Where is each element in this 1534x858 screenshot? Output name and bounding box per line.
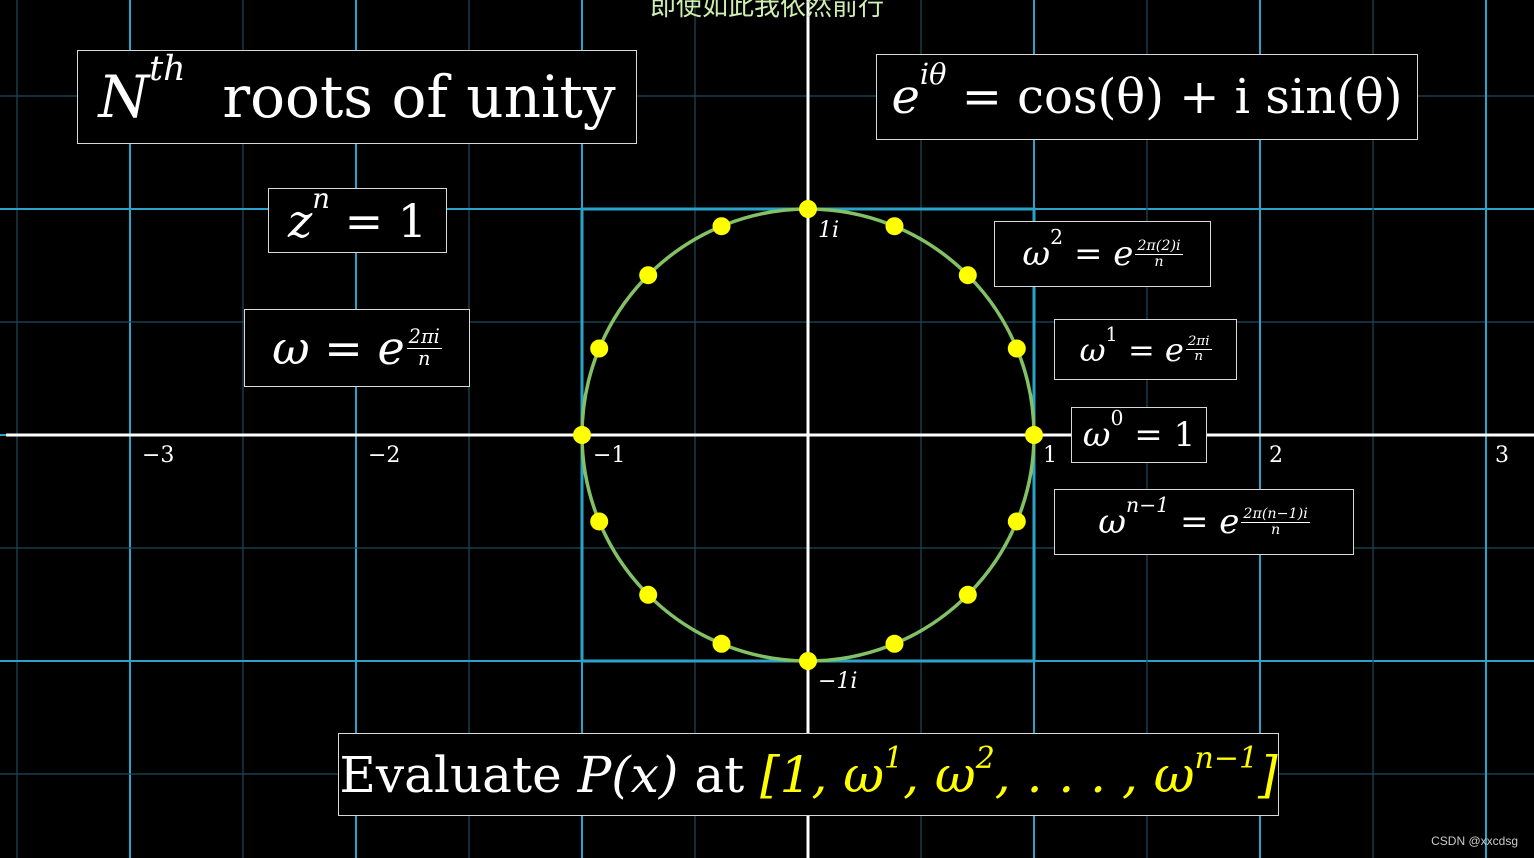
omegan1-mid: = e — [1179, 502, 1240, 542]
euler-lhs: e — [891, 69, 920, 125]
omega2-mid: = e — [1073, 234, 1134, 274]
omega1-mid: = e — [1127, 330, 1184, 369]
omega2-fraction: 2π(2)i n — [1135, 237, 1183, 270]
y-tick-label: −1i — [818, 669, 858, 694]
roots-list: [1, ω1, ω2, . . . , ωn−1] — [760, 740, 1278, 804]
animation-frame: 即使如此我依然前行 Nth roots of unity e iθ = cos(θ… — [0, 0, 1534, 858]
list-part: ] — [1258, 745, 1278, 804]
zn-rhs: = 1 — [344, 193, 428, 248]
omega2-box: ω2 = e 2π(2)i n — [994, 221, 1211, 287]
omegan1-fraction: 2π(n−1)i n — [1241, 505, 1310, 538]
omega0-base: ω — [1082, 415, 1111, 455]
title-box: Nth roots of unity — [77, 50, 637, 144]
watermark: CSDN @xxcdsg — [1431, 834, 1518, 848]
omegan1-exponent: n−1 — [1125, 493, 1170, 518]
fraction-numerator: 2π(2)i — [1135, 237, 1183, 255]
list-exponent: n−1 — [1194, 740, 1259, 776]
root-of-unity-point — [639, 266, 658, 285]
root-of-unity-point — [1025, 426, 1043, 444]
subtitle: 即使如此我依然前行 — [649, 0, 884, 22]
root-of-unity-point — [885, 217, 904, 236]
polynomial: P(x) — [577, 745, 679, 804]
root-of-unity-point — [639, 585, 658, 604]
x-tick-label: 3 — [1495, 443, 1509, 468]
omega0-exponent: 0 — [1110, 406, 1124, 431]
omega-definition-box: ω = e 2πi n — [244, 309, 470, 387]
omega0-box: ω0 = 1 — [1071, 407, 1207, 463]
root-of-unity-point — [712, 634, 731, 653]
list-part: [1, ω — [760, 745, 885, 804]
fraction-denominator: n — [418, 346, 431, 370]
list-exponent: 2 — [975, 740, 995, 776]
zn-base: z — [287, 193, 313, 248]
omega-def-exponent: 2πi n — [406, 325, 442, 370]
root-of-unity-point — [573, 426, 591, 444]
omega2-base: ω — [1022, 234, 1051, 274]
root-of-unity-point — [1007, 512, 1026, 531]
omega1-base: ω — [1079, 330, 1106, 369]
root-of-unity-point — [799, 200, 817, 218]
list-exponent: 1 — [884, 740, 904, 776]
title-n: N — [98, 63, 150, 131]
at-label: at — [694, 745, 745, 804]
list-part: , ω — [903, 745, 976, 804]
omega1-exponent: 1 — [1105, 322, 1118, 346]
zn-equation-box: zn = 1 — [268, 181, 447, 253]
x-tick-label: 2 — [1269, 443, 1283, 468]
euler-exponent: iθ — [919, 56, 947, 91]
y-tick-label: 1i — [818, 218, 840, 243]
euler-formula-box: e iθ = cos(θ) + i sin(θ) — [876, 54, 1418, 140]
zn-exponent: n — [312, 181, 330, 215]
omegan1-base: ω — [1098, 502, 1126, 542]
fraction-numerator: 2πi — [1185, 333, 1212, 350]
omega-n-minus-1-box: ω n−1 = e 2π(n−1)i n — [1054, 489, 1354, 555]
root-of-unity-point — [590, 512, 609, 531]
root-of-unity-point — [958, 266, 977, 285]
list-part: , . . . , ω — [994, 745, 1195, 804]
root-of-unity-point — [885, 634, 904, 653]
root-of-unity-point — [1007, 339, 1026, 358]
x-tick-label: 1 — [1043, 443, 1057, 468]
fraction-numerator: 2π(n−1)i — [1241, 505, 1310, 523]
omega-def-lhs: ω = e — [272, 321, 405, 375]
evaluate-box: Evaluate P(x) at [1, ω1, ω2, . . . , ωn−… — [338, 733, 1279, 816]
fraction-denominator: n — [1270, 521, 1281, 538]
title-sup: th — [149, 48, 186, 89]
fraction-denominator: n — [1194, 349, 1204, 364]
omega1-box: ω1 = e 2πi n — [1054, 319, 1237, 380]
omega1-fraction: 2πi n — [1185, 333, 1212, 364]
root-of-unity-point — [712, 217, 731, 236]
fraction-numerator: 2πi — [406, 325, 442, 349]
x-tick-label: −1 — [593, 443, 626, 468]
x-tick-label: −3 — [142, 443, 175, 468]
title-text: roots of unity — [222, 63, 616, 131]
root-of-unity-point — [958, 585, 977, 604]
omega0-rhs: = 1 — [1134, 415, 1196, 455]
root-of-unity-point — [799, 652, 817, 670]
omega2-exponent: 2 — [1050, 225, 1064, 250]
fraction-denominator: n — [1154, 253, 1164, 270]
euler-rhs: = cos(θ) + i sin(θ) — [961, 69, 1403, 125]
x-tick-label: −2 — [368, 443, 401, 468]
root-of-unity-point — [590, 339, 609, 358]
evaluate-label: Evaluate — [339, 745, 562, 804]
